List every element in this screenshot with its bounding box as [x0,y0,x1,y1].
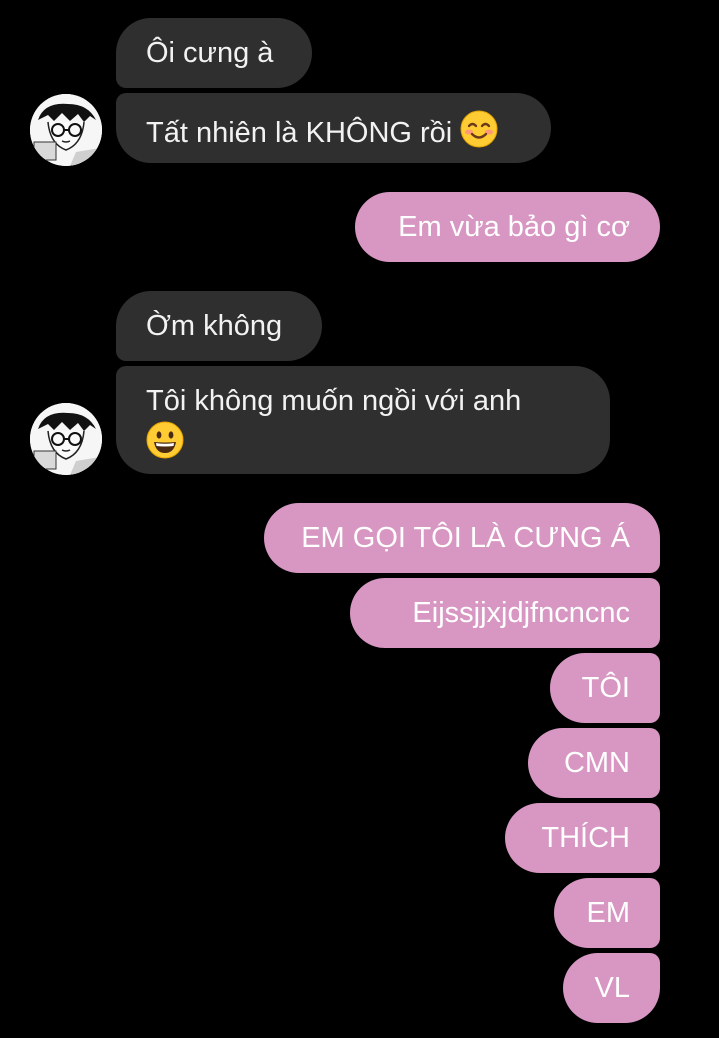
message-text: Ôi cưng à [146,37,274,69]
smiling-face-emoji-icon [460,110,498,157]
contact-avatar[interactable] [30,94,102,166]
incoming-message[interactable]: Tôi không muốn ngồi với anh [116,366,610,474]
outgoing-message[interactable]: VL [563,953,660,1023]
message-text: EM GỌI TÔI LÀ CƯNG Á [301,522,630,554]
outgoing-message[interactable]: EM [554,878,660,948]
message-text: VL [594,972,630,1004]
message-text: THÍCH [541,822,630,854]
message-text: CMN [563,747,630,779]
manga-character-avatar-icon [30,94,102,166]
message-text: EM [586,897,631,929]
chat-thread: Ôi cưng à Tất nhiên là KHÔNG rồi Em vừa … [0,0,719,1038]
message-text: Ờm không [146,310,283,342]
message-text: Eijssjjxjdjfncncnc [412,597,630,629]
incoming-message[interactable]: Ờm không [116,291,322,361]
incoming-message[interactable]: Tất nhiên là KHÔNG rồi [116,93,551,163]
incoming-message[interactable]: Ôi cưng à [116,18,312,88]
message-text: TÔI [581,672,630,704]
outgoing-message[interactable]: THÍCH [505,803,660,873]
contact-avatar[interactable] [30,403,102,475]
outgoing-message[interactable]: TÔI [550,653,660,723]
grinning-face-emoji-icon [146,421,184,468]
message-text: Tôi không muốn ngồi với anh [146,385,522,417]
message-text: Em vừa bảo gì cơ [398,211,630,243]
outgoing-message[interactable]: EM GỌI TÔI LÀ CƯNG Á [264,503,660,573]
manga-character-avatar-icon [30,403,102,475]
message-text: Tất nhiên là KHÔNG rồi [146,117,453,149]
outgoing-message[interactable]: Em vừa bảo gì cơ [355,192,660,262]
outgoing-message[interactable]: CMN [528,728,660,798]
outgoing-message[interactable]: Eijssjjxjdjfncncnc [350,578,660,648]
